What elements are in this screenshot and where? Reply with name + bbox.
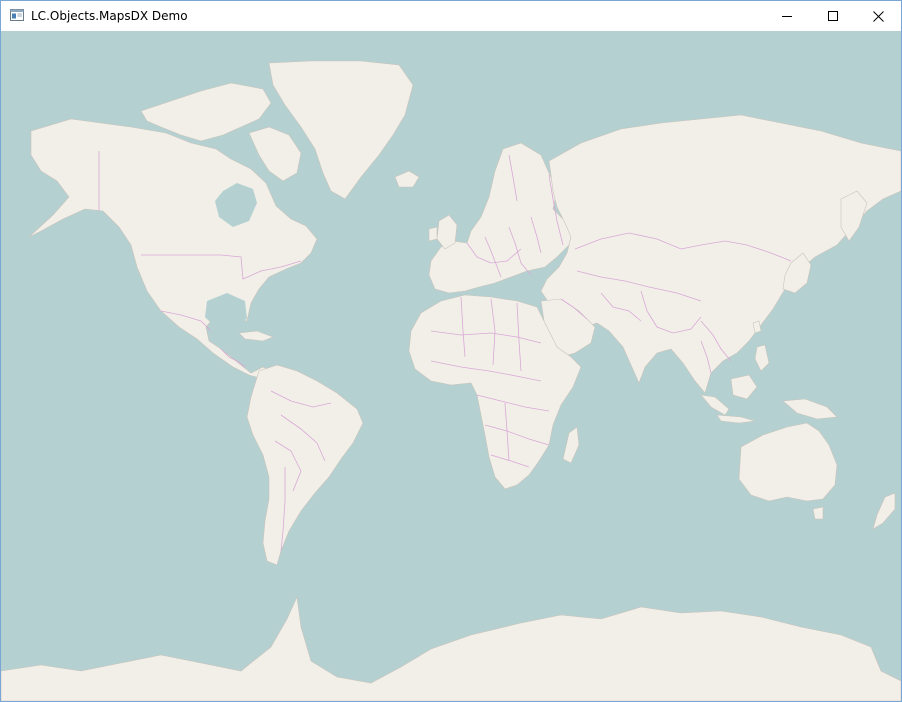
app-window-icon <box>10 9 24 21</box>
app-window: LC.Objects.MapsDX Demo <box>0 0 902 702</box>
land-tasmania <box>812 506 824 520</box>
world-map-canvas[interactable] <box>1 31 901 701</box>
close-icon <box>872 10 884 22</box>
title-bar[interactable]: LC.Objects.MapsDX Demo <box>1 1 901 31</box>
maximize-icon <box>828 11 838 21</box>
world-map[interactable] <box>1 31 901 701</box>
minimize-icon <box>782 16 792 17</box>
minimize-button[interactable] <box>764 1 810 31</box>
window-title: LC.Objects.MapsDX Demo <box>31 9 188 23</box>
land-ireland <box>428 226 438 242</box>
maximize-button[interactable] <box>810 1 856 31</box>
close-button[interactable] <box>855 1 901 31</box>
